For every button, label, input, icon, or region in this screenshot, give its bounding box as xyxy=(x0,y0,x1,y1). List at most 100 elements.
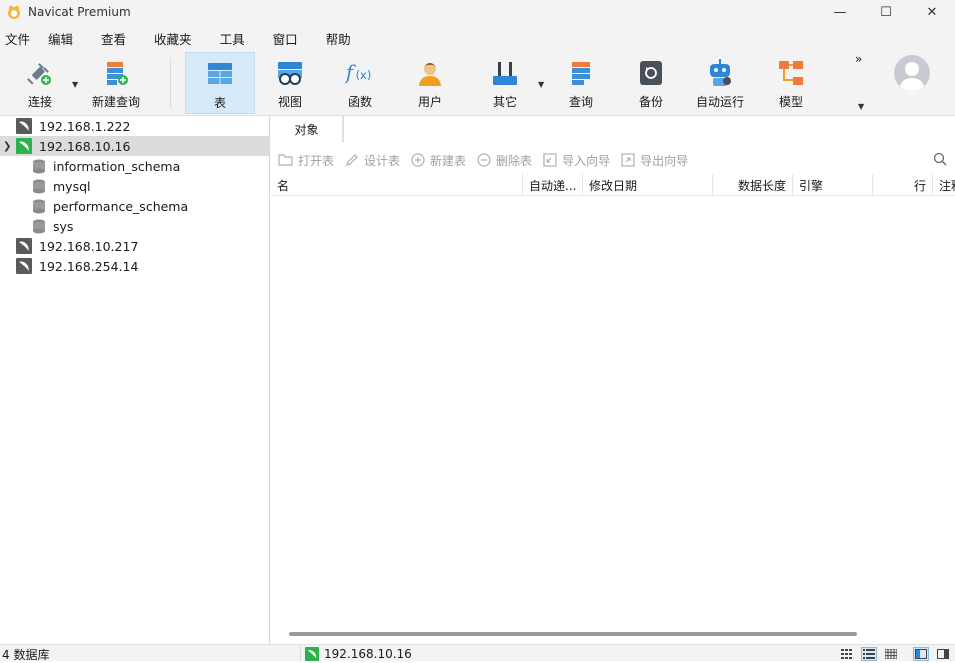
view-mode-switcher xyxy=(833,645,955,662)
menu-view[interactable]: 查看 xyxy=(95,29,138,48)
horizontal-scrollbar[interactable] xyxy=(289,632,857,636)
status-connection-name: 192.168.10.16 xyxy=(324,646,412,661)
svg-text:(x): (x) xyxy=(356,68,372,82)
tree-database-item[interactable]: information_schema xyxy=(0,156,270,176)
column-header-rows[interactable]: 行 xyxy=(873,174,933,196)
grid-view-icon[interactable] xyxy=(883,647,899,661)
detail-view-icon[interactable] xyxy=(861,646,877,661)
menu-file[interactable]: 文件 xyxy=(0,29,42,48)
menu-favorites[interactable]: 收藏夹 xyxy=(148,29,204,48)
export-wizard-button[interactable]: 导出向导 xyxy=(620,152,688,169)
model-icon xyxy=(779,61,803,85)
backup-icon xyxy=(640,61,662,85)
menu-edit[interactable]: 编辑 xyxy=(42,29,85,48)
tree-database-item[interactable]: mysql xyxy=(0,176,270,196)
server-green-icon xyxy=(305,646,319,661)
connection-name: 192.168.254.14 xyxy=(39,258,139,274)
table-icon xyxy=(208,63,232,84)
objects-pane: 对象 打开表 设计表 新建表 删除表 导入向导 导出向导 名 自动递... 修改… xyxy=(271,116,955,644)
tree-connection-item[interactable]: ❯ 192.168.10.16 xyxy=(0,136,270,156)
object-toolbar: 打开表 设计表 新建表 删除表 导入向导 导出向导 xyxy=(271,148,955,172)
backup-button[interactable]: 备份 xyxy=(621,52,681,114)
search-icon[interactable] xyxy=(933,152,947,166)
status-bar: 4 数据库 192.168.10.16 xyxy=(0,644,955,662)
database-name: information_schema xyxy=(53,158,181,174)
window-title: Navicat Premium xyxy=(28,5,131,19)
toolbar-separator xyxy=(170,58,171,108)
toolbar-overflow-button[interactable]: » xyxy=(855,52,862,66)
function-icon: f (x) xyxy=(345,61,372,84)
database-icon xyxy=(33,179,45,193)
tab-objects[interactable]: 对象 xyxy=(271,116,343,143)
user-icon xyxy=(419,63,441,86)
column-header-comment[interactable]: 注释 xyxy=(933,174,955,196)
database-name: performance_schema xyxy=(53,198,189,214)
tools-icon xyxy=(493,62,517,85)
tree-connection-item[interactable]: 192.168.1.222 xyxy=(0,116,270,136)
menu-bar: 文件 编辑 查看 收藏夹 工具 窗口 帮助 xyxy=(0,24,955,52)
database-count: 4 数据库 xyxy=(2,648,50,662)
model-button[interactable]: 模型 xyxy=(761,52,821,114)
import-wizard-button[interactable]: 导入向导 xyxy=(542,152,610,169)
tab-strip-empty xyxy=(343,116,955,142)
other-button[interactable]: 其它 xyxy=(475,52,535,114)
menu-tools[interactable]: 工具 xyxy=(214,29,257,48)
user-button[interactable]: 用户 xyxy=(400,52,460,114)
database-icon xyxy=(33,159,45,173)
status-connection: 192.168.10.16 xyxy=(300,645,412,662)
title-bar: Navicat Premium — ☐ ✕ xyxy=(0,0,955,24)
list-view-icon[interactable] xyxy=(839,647,855,661)
column-header-modified-date[interactable]: 修改日期 xyxy=(583,174,713,196)
tree-connection-item[interactable]: 192.168.10.217 xyxy=(0,236,270,256)
other-dropdown-icon[interactable]: ▼ xyxy=(538,80,544,89)
server-gray-icon xyxy=(16,258,32,274)
other-label: 其它 xyxy=(492,95,517,109)
plus-circle-icon xyxy=(411,153,425,167)
connection-tree: 192.168.1.222 ❯ 192.168.10.16 informatio… xyxy=(0,116,270,644)
avatar[interactable] xyxy=(894,55,930,91)
minimize-button[interactable]: — xyxy=(817,0,863,24)
pencil-icon xyxy=(346,154,358,166)
table-label: 表 xyxy=(213,96,226,110)
server-gray-icon xyxy=(16,238,32,254)
tree-connection-item[interactable]: 192.168.254.14 xyxy=(0,256,270,276)
connection-name: 192.168.10.217 xyxy=(39,238,139,254)
query-button[interactable]: 查询 xyxy=(551,52,611,114)
pane-right-icon[interactable] xyxy=(935,647,951,661)
table-button[interactable]: 表 xyxy=(185,52,255,114)
pane-left-icon[interactable] xyxy=(913,646,929,661)
design-table-button[interactable]: 设计表 xyxy=(344,152,400,169)
column-header-engine[interactable]: 引擎 xyxy=(793,174,873,196)
object-grid-header: 名 自动递... 修改日期 数据长度 引擎 行 注释 xyxy=(271,174,955,196)
expand-chevron-icon[interactable]: ❯ xyxy=(3,141,15,152)
robot-icon xyxy=(710,59,731,86)
maximize-button[interactable]: ☐ xyxy=(863,0,909,24)
function-button[interactable]: f (x) 函数 xyxy=(330,52,390,114)
user-label: 用户 xyxy=(417,95,442,109)
view-label: 视图 xyxy=(277,95,302,109)
database-icon xyxy=(33,219,45,233)
database-name: sys xyxy=(53,218,74,234)
column-header-data-length[interactable]: 数据长度 xyxy=(713,174,793,196)
close-button[interactable]: ✕ xyxy=(909,0,955,24)
plug-icon xyxy=(27,63,51,85)
menu-window[interactable]: 窗口 xyxy=(267,29,310,48)
server-green-icon xyxy=(16,138,32,154)
delete-table-button[interactable]: 删除表 xyxy=(476,152,532,169)
connect-dropdown-icon[interactable]: ▼ xyxy=(72,80,78,89)
connection-name: 192.168.10.16 xyxy=(39,138,131,154)
query-label: 查询 xyxy=(568,95,593,109)
new-query-button[interactable]: 新建查询 xyxy=(86,52,146,114)
connect-button[interactable]: 连接 xyxy=(10,52,70,114)
view-button[interactable]: 视图 xyxy=(260,52,320,114)
new-table-button[interactable]: 新建表 xyxy=(410,152,466,169)
toolbar-customize-icon[interactable]: ▼ xyxy=(858,102,864,111)
automation-button[interactable]: 自动运行 xyxy=(690,52,750,114)
tree-database-item[interactable]: performance_schema xyxy=(0,196,270,216)
column-header-name[interactable]: 名 xyxy=(271,174,523,196)
tree-database-item[interactable]: sys xyxy=(0,216,270,236)
column-header-auto-increment[interactable]: 自动递... xyxy=(523,174,583,196)
menu-help[interactable]: 帮助 xyxy=(320,29,363,48)
open-table-button[interactable]: 打开表 xyxy=(278,152,334,169)
user-avatar-icon xyxy=(899,62,925,91)
